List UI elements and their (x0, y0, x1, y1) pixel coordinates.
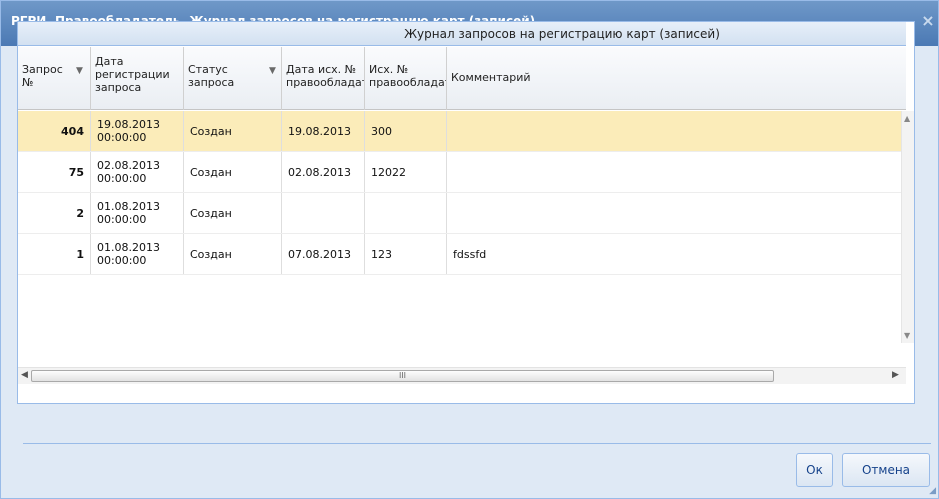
vertical-scrollbar[interactable]: ▲ ▼ (901, 111, 914, 343)
cell-time-line: 00:00:00 (97, 131, 147, 144)
cell-comment (447, 152, 906, 192)
close-icon[interactable]: × (921, 11, 935, 31)
cell-date-line: 01.08.2013 (97, 241, 160, 254)
column-header-request-no[interactable]: Запрос № ▼ (18, 47, 91, 110)
cell-time-line: 00:00:00 (97, 172, 147, 185)
cell-comment (447, 193, 906, 233)
cell-reg-date: 02.08.2013 00:00:00 (91, 152, 184, 192)
header-line: Дата (95, 55, 124, 68)
header-line: Исх. № (369, 63, 409, 76)
filter-icon[interactable]: ▼ (268, 66, 277, 77)
header-line: Запрос (22, 63, 63, 76)
grid-caption: Журнал запросов на регистрацию карт (зап… (18, 22, 906, 46)
cell-comment: fdssfd (453, 248, 487, 261)
cell-date-line: 19.08.2013 (97, 118, 160, 131)
table-row[interactable]: 404 19.08.2013 00:00:00 Создан 19.08.201… (18, 111, 906, 152)
table-row[interactable]: 1 01.08.2013 00:00:00 Создан 07.08.2013 … (18, 234, 906, 275)
cell-request-no: 2 (18, 193, 91, 233)
grid-header: Запрос № ▼ Дата регистрации запроса Стат… (18, 47, 906, 110)
cell-time-line: 00:00:00 (97, 254, 147, 267)
header-line: Дата исх. № (286, 63, 357, 76)
cell-reg-date: 19.08.2013 00:00:00 (91, 111, 184, 151)
scroll-up-arrow-icon[interactable]: ▲ (904, 114, 910, 123)
column-header-comment[interactable]: Комментарий (447, 47, 906, 110)
cell-out-no: 300 (365, 111, 447, 151)
cell-comment (447, 111, 906, 151)
grid-rows: 404 19.08.2013 00:00:00 Создан 19.08.201… (18, 111, 906, 299)
header-line: Статус (188, 63, 228, 76)
header-line: регистрации (95, 68, 170, 81)
footer-divider (23, 443, 931, 444)
cell-out-no (365, 193, 447, 233)
cell-out-no: 123 (365, 234, 447, 274)
cell-date-line: 01.08.2013 (97, 200, 160, 213)
column-header-out-no[interactable]: Исх. № правообладателя (365, 47, 447, 110)
header-line: Комментарий (451, 71, 531, 84)
scroll-right-arrow-icon[interactable]: ▶ (892, 370, 899, 380)
header-line: № (22, 76, 34, 89)
cell-date-line: 02.08.2013 (97, 159, 160, 172)
column-header-status[interactable]: Статус запроса ▼ (184, 47, 282, 110)
cell-reg-date: 01.08.2013 00:00:00 (91, 234, 184, 274)
cell-status: Создан (184, 111, 282, 151)
cell-reg-date: 01.08.2013 00:00:00 (91, 193, 184, 233)
column-header-reg-date[interactable]: Дата регистрации запроса (91, 47, 184, 110)
cell-request-no: 404 (18, 111, 91, 151)
cell-status: Создан (184, 193, 282, 233)
filter-icon[interactable]: ▼ (75, 66, 84, 77)
cell-out-date (282, 193, 365, 233)
horizontal-scroll-thumb[interactable]: III (31, 370, 774, 382)
dialog-window: РГРИ. Правообладатель. Журнал запросов н… (0, 0, 939, 499)
ok-button[interactable]: Ок (796, 453, 833, 487)
cell-status: Создан (184, 234, 282, 274)
header-line: запроса (95, 81, 142, 94)
cell-status: Создан (184, 152, 282, 192)
cell-out-no: 12022 (365, 152, 447, 192)
cell-time-line: 00:00:00 (97, 213, 147, 226)
table-row[interactable]: 2 01.08.2013 00:00:00 Создан (18, 193, 906, 234)
resize-handle-icon[interactable]: ◢ (929, 486, 936, 496)
grid-caption-text: Журнал запросов на регистрацию карт (зап… (404, 27, 720, 41)
scroll-down-arrow-icon[interactable]: ▼ (904, 331, 910, 340)
cell-request-no: 1 (18, 234, 91, 274)
horizontal-scrollbar[interactable]: ◀ III ▶ (18, 367, 906, 384)
cell-out-date: 02.08.2013 (282, 152, 365, 192)
cell-request-no: 75 (18, 152, 91, 192)
scroll-left-arrow-icon[interactable]: ◀ (21, 370, 28, 380)
header-line: правообладателя (369, 76, 446, 89)
table-row[interactable]: 75 02.08.2013 00:00:00 Создан 02.08.2013… (18, 152, 906, 193)
header-line: запроса (188, 76, 235, 89)
cell-out-date: 19.08.2013 (282, 111, 365, 151)
cell-out-date: 07.08.2013 (282, 234, 365, 274)
cancel-button[interactable]: Отмена (842, 453, 930, 487)
column-header-out-date[interactable]: Дата исх. № правообладателя (282, 47, 365, 110)
requests-grid: Журнал запросов на регистрацию карт (зап… (17, 21, 915, 404)
header-line: правообладателя (286, 76, 364, 89)
